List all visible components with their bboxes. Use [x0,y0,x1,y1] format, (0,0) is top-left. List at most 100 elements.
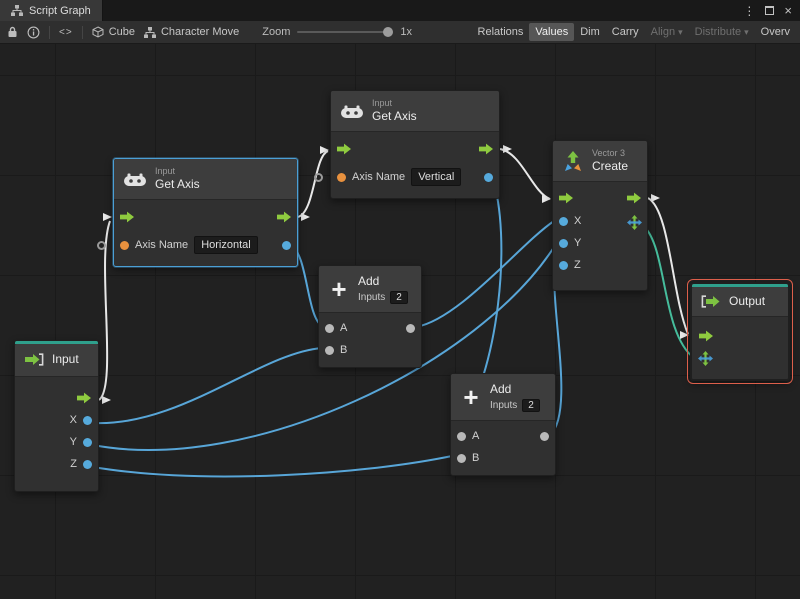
axis-name-string-port[interactable] [337,172,346,182]
add-icon: + [331,274,347,304]
chevron-down-icon: ▾ [744,26,749,37]
toolbar-divider [49,25,50,39]
node-category: Input [372,98,393,108]
close-icon[interactable]: × [784,4,792,17]
axis-value-out-port[interactable] [484,172,493,182]
vector3-x-in-port[interactable] [559,216,568,226]
wire-flow-vector3-create-to-output[interactable] [647,197,689,335]
node-category: Vector 3 [592,148,626,158]
breadcrumb-label: Cube [108,26,135,38]
graph-input-icon [25,353,44,366]
lock-icon[interactable] [7,26,18,38]
inputs-label: Inputs [490,400,518,411]
node-header: + Add Inputs 2 [451,374,555,421]
toolbar-divider [81,25,83,39]
inputs-count-field[interactable]: 2 [390,291,408,304]
relations-button[interactable]: Relations [472,23,530,41]
wire-flow-getaxis-horizontal-to-getaxis-vertical[interactable] [297,150,329,218]
node-header: Output [692,287,788,317]
collapse-icon[interactable]: <> [59,27,73,38]
gamepad-icon [124,173,146,186]
script-graph-window: Script Graph ⋮ × <> Cube Character Move … [0,0,800,599]
node-title: Get Axis [155,177,200,191]
node-header: Input Get Axis [114,159,297,200]
flow-out-port[interactable] [276,211,292,223]
port-label: X [574,215,582,227]
flow-out-port[interactable] [76,392,92,404]
add-a-in-port[interactable] [457,431,466,441]
add-b-in-port[interactable] [325,345,334,355]
window-controls: ⋮ × [735,0,800,21]
add-sum-out-port[interactable] [406,323,415,333]
tab-script-graph[interactable]: Script Graph [0,0,103,21]
breadcrumb-label: Character Move [160,26,240,38]
add-sum-out-port[interactable] [540,431,549,441]
inputs-label: Inputs [358,292,386,303]
overview-button[interactable]: Overv [755,23,796,41]
tab-title: Script Graph [29,4,91,17]
port-label: X [69,414,77,426]
dim-button[interactable]: Dim [574,23,606,41]
wire-flow-getaxis-vertical-to-vector3-create[interactable] [499,148,551,200]
input-x-out-port[interactable] [83,415,92,425]
input-y-out-port[interactable] [83,437,92,447]
graph-toolbar: <> Cube Character Move Zoom 1x Relations… [0,21,800,44]
zoom-slider-track [297,31,394,33]
unconnected-port-icon[interactable] [97,241,106,250]
node-get-axis-vertical[interactable]: Input Get Axis Axis Name Vertical [314,90,500,199]
axis-name-field[interactable]: Vertical [411,168,462,186]
graph-canvas[interactable]: Input Get Axis Axis Name Vertical Input … [0,44,800,599]
node-category: Input [155,166,176,176]
flow-in-port[interactable] [558,192,574,204]
maximize-icon[interactable] [765,6,775,15]
node-header: Input Get Axis [331,91,499,132]
wire-arrowhead [102,396,111,404]
flow-out-port[interactable] [626,192,642,204]
align-button[interactable]: Align ▾ [645,23,689,41]
inputs-count-field[interactable]: 2 [522,399,540,412]
axis-name-string-port[interactable] [120,240,129,250]
unconnected-port-icon[interactable] [314,173,323,182]
node-title: Input [52,352,79,366]
node-title: Create [592,159,629,173]
vector3-y-in-port[interactable] [559,238,568,248]
add-b-in-port[interactable] [457,453,466,463]
values-button[interactable]: Values [529,23,575,41]
info-icon[interactable] [27,26,40,39]
flow-out-port[interactable] [478,143,494,155]
node-get-axis-horizontal[interactable]: Input Get Axis Axis Name Horizontal [97,158,298,267]
window-menu-icon[interactable]: ⋮ [743,5,755,17]
node-header: + Add Inputs 2 [319,266,421,313]
node-title: Output [729,294,766,308]
breadcrumb-character-move[interactable]: Character Move [143,26,240,38]
add-a-in-port[interactable] [325,323,334,333]
flow-in-port[interactable] [698,330,714,342]
cube-icon [92,26,104,38]
param-label: Axis Name [352,171,406,183]
distribute-button[interactable]: Distribute ▾ [689,23,755,41]
toolbar-right-buttons: Relations Values Dim Carry Align ▾ Distri… [472,23,796,41]
node-add-2[interactable]: + Add Inputs 2 A B [450,373,556,476]
zoom-slider-handle[interactable] [383,27,394,37]
node-add-1[interactable]: + Add Inputs 2 A B [318,265,422,368]
wire-input-z-to-add2-b[interactable] [92,455,453,478]
zoom-slider[interactable] [297,26,394,38]
script-graph-icon [11,5,23,16]
vector3-z-in-port[interactable] [559,260,568,270]
align-label: Align [650,26,676,38]
flow-in-port[interactable] [336,143,352,155]
node-graph-output[interactable]: Output [687,279,793,384]
axis-name-field[interactable]: Horizontal [194,236,258,254]
carry-button[interactable]: Carry [606,23,645,41]
output-value-in-port[interactable] [698,350,713,366]
vector3-result-out-port[interactable] [627,215,642,230]
flow-in-port[interactable] [119,211,135,223]
input-z-out-port[interactable] [83,459,92,469]
node-vector3-create[interactable]: Vector 3 Create X Y Z [552,140,648,291]
axis-value-out-port[interactable] [282,240,291,250]
wire-arrowhead [651,194,660,202]
wire-input-x-to-add1-b[interactable] [92,347,323,425]
node-title: Add [358,274,380,288]
node-graph-input[interactable]: Input X Y Z [14,340,99,492]
breadcrumb-cube[interactable]: Cube [92,26,135,38]
